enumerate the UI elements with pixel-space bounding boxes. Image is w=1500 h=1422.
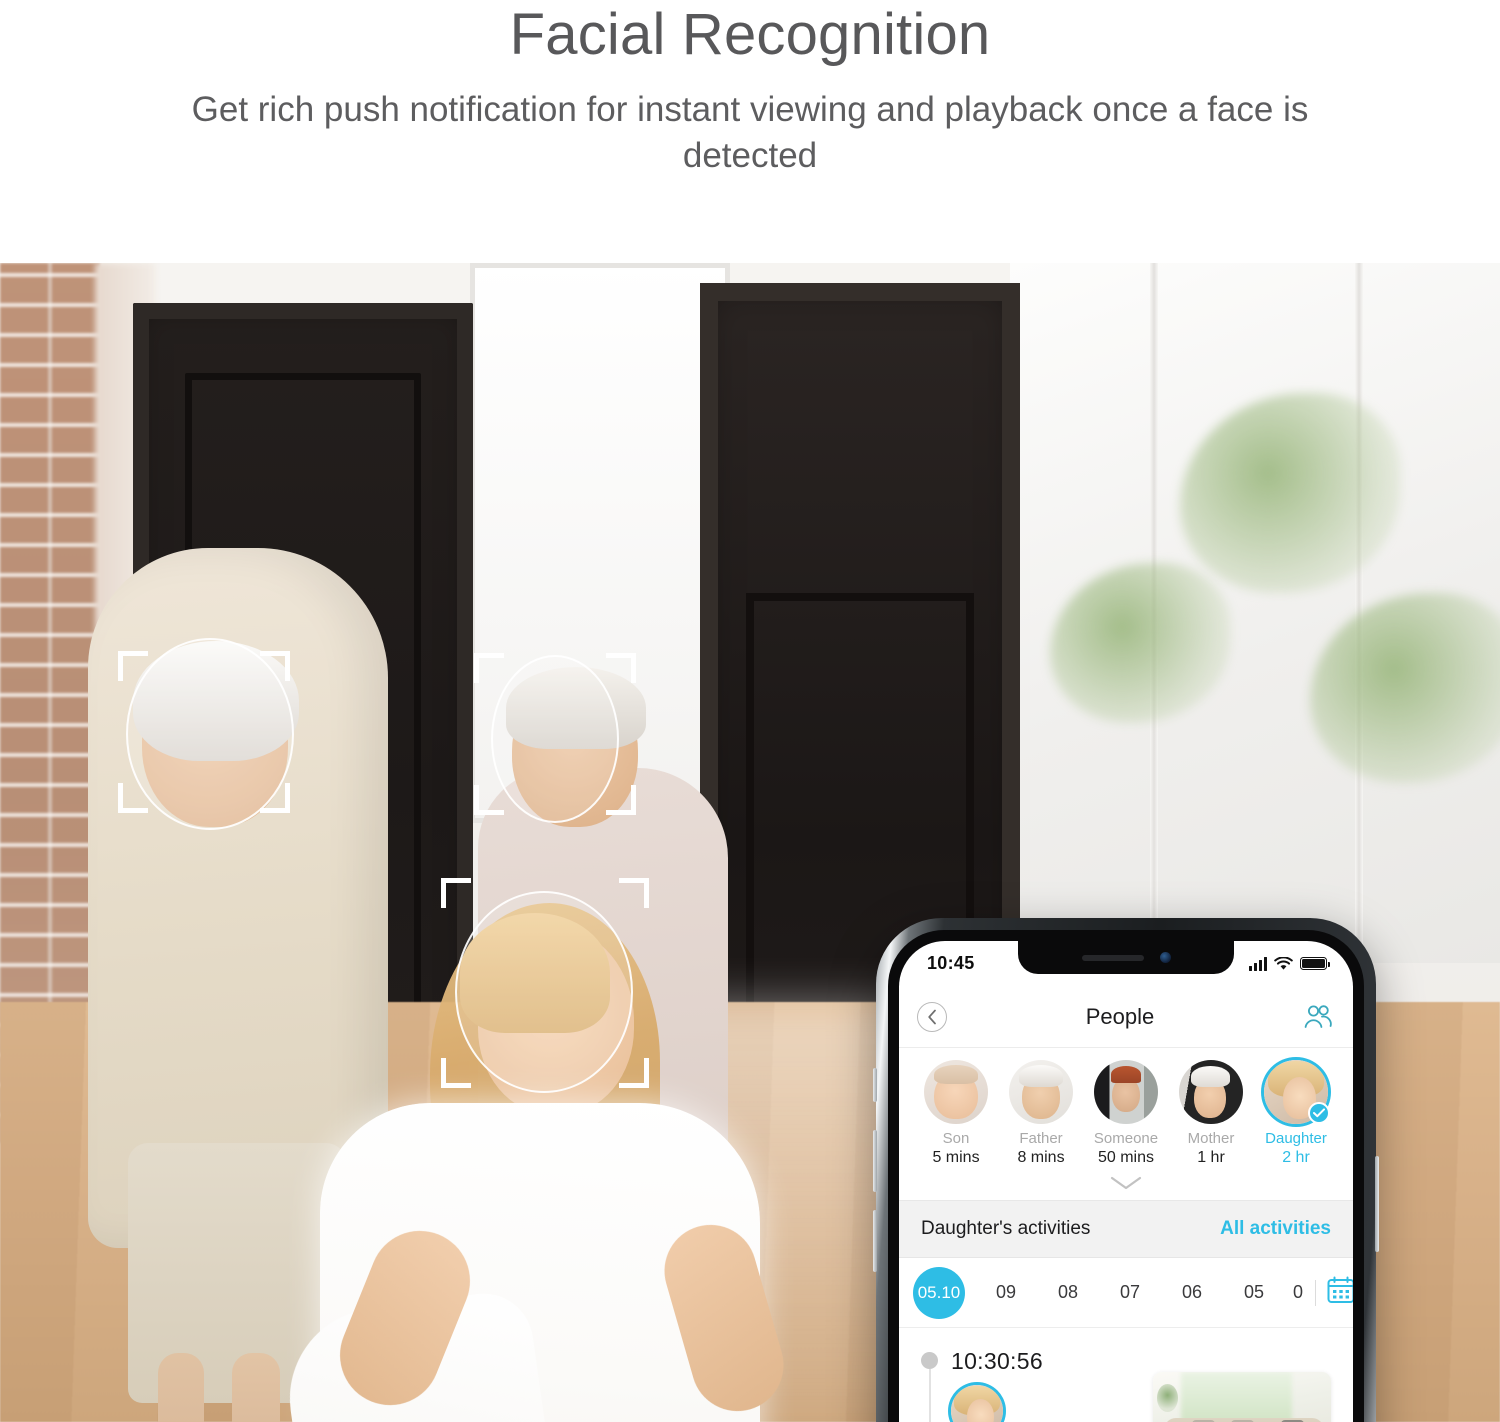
phone-screen: 10:45 People Son 5 mins Father 8 mins So… (899, 941, 1353, 1422)
wifi-icon (1274, 956, 1293, 970)
expand-people-button[interactable] (911, 1167, 1341, 1200)
person-name: Daughter (1265, 1130, 1327, 1147)
page-title-people: People (1085, 1003, 1155, 1029)
date-chip[interactable]: 06 (1161, 1282, 1223, 1303)
timeline-face-daughter[interactable] (951, 1385, 1003, 1422)
phone-power-button[interactable] (1375, 1156, 1379, 1252)
person-name: Mother (1187, 1130, 1235, 1147)
person-time: 2 hr (1282, 1149, 1310, 1166)
timeline-dot (921, 1352, 938, 1369)
page-subtitle: Get rich push notification for instant v… (191, 89, 1309, 175)
people-row: Son 5 mins Father 8 mins Someone 50 mins… (911, 1060, 1341, 1167)
date-chip[interactable]: 05 (1223, 1282, 1285, 1303)
face-detection-frame-2 (474, 653, 636, 815)
phone-volume-down-button[interactable] (873, 1210, 877, 1272)
date-chip-selected[interactable]: 05.10 (913, 1266, 965, 1319)
timeline-faces (951, 1385, 1003, 1422)
status-indicators (1249, 956, 1330, 971)
phone-mute-switch[interactable] (873, 1068, 877, 1102)
person-grandmother-leg (232, 1353, 280, 1422)
cellular-signal-icon (1249, 956, 1267, 971)
timeline-item[interactable]: 10:30:56 (921, 1332, 1353, 1422)
face-detection-frame-1 (118, 651, 290, 813)
page-title: Facial Recognition (509, 2, 991, 67)
phone-volume-up-button[interactable] (873, 1130, 877, 1192)
app-navbar: People (899, 986, 1353, 1048)
avatar-wrap (1009, 1060, 1073, 1124)
person-card-daughter[interactable]: Daughter 2 hr (1256, 1060, 1336, 1167)
person-time: 5 mins (932, 1149, 980, 1166)
face-detection-frame-3 (441, 878, 649, 1088)
avatar-wrap (924, 1060, 988, 1124)
avatar (924, 1060, 988, 1124)
person-name: Someone (1093, 1130, 1159, 1147)
person-time: 1 hr (1197, 1149, 1225, 1166)
person-grandmother-leg (158, 1353, 204, 1422)
date-chip[interactable]: 09 (975, 1282, 1037, 1303)
header-banner: Facial Recognition Get rich push notific… (0, 0, 1500, 263)
avatar-wrap (1094, 1060, 1158, 1124)
window-right (1010, 263, 1500, 963)
avatar (1094, 1060, 1158, 1124)
timeline-body (921, 1372, 1353, 1422)
person-time: 50 mins (1097, 1149, 1155, 1166)
all-activities-link[interactable]: All activities (1220, 1218, 1331, 1240)
phone-mockup: 10:45 People Son 5 mins Father 8 mins So… (873, 918, 1379, 1422)
person-card-someone[interactable]: Someone 50 mins (1086, 1060, 1166, 1167)
front-camera-icon (1159, 952, 1171, 963)
date-chip[interactable]: 08 (1037, 1282, 1099, 1303)
check-icon (1313, 1108, 1325, 1118)
page-root: Facial Recognition Get rich push notific… (0, 0, 1500, 1422)
activities-header: Daughter's activities All activities (899, 1200, 1353, 1258)
chevron-left-icon (927, 1009, 936, 1024)
person-card-father[interactable]: Father 8 mins (1001, 1060, 1081, 1167)
date-chip[interactable]: 0 (1285, 1282, 1311, 1303)
plant-foliage (1180, 393, 1400, 593)
hero-photo: 10:45 People Son 5 mins Father 8 mins So… (0, 263, 1500, 1422)
timeline-time: 10:30:56 (951, 1348, 1043, 1374)
person-card-son[interactable]: Son 5 mins (916, 1060, 996, 1167)
status-clock: 10:45 (927, 953, 975, 973)
avatar-wrap (1264, 1060, 1330, 1124)
divider (1315, 1279, 1316, 1306)
timeline-line (929, 1369, 931, 1422)
avatar (1179, 1060, 1243, 1124)
activities-title: Daughter's activities (921, 1218, 1091, 1239)
selected-check-badge (1308, 1102, 1330, 1124)
event-thumbnail[interactable] (1153, 1372, 1331, 1422)
date-chip[interactable]: 07 (1099, 1282, 1161, 1303)
phone-notch (1018, 941, 1234, 974)
person-time: 8 mins (1017, 1149, 1065, 1166)
avatar (1009, 1060, 1073, 1124)
person-card-mother[interactable]: Mother 1 hr (1171, 1060, 1251, 1167)
plant-foliage (1050, 563, 1230, 723)
plant-foliage (1310, 593, 1500, 783)
earpiece-speaker (1081, 954, 1144, 961)
person-name: Father (1019, 1130, 1063, 1147)
person-name: Son (942, 1130, 970, 1147)
calendar-icon[interactable] (1326, 1275, 1353, 1310)
people-strip: Son 5 mins Father 8 mins Someone 50 mins… (899, 1048, 1353, 1200)
chevron-down-icon (1110, 1176, 1142, 1190)
avatar-wrap (1179, 1060, 1243, 1124)
people-group-icon[interactable] (1301, 1004, 1335, 1030)
date-selector[interactable]: 05.10 09 08 07 06 05 0 (899, 1258, 1353, 1328)
battery-full-icon (1300, 957, 1330, 970)
activity-timeline: 10:30:56 (899, 1328, 1353, 1422)
